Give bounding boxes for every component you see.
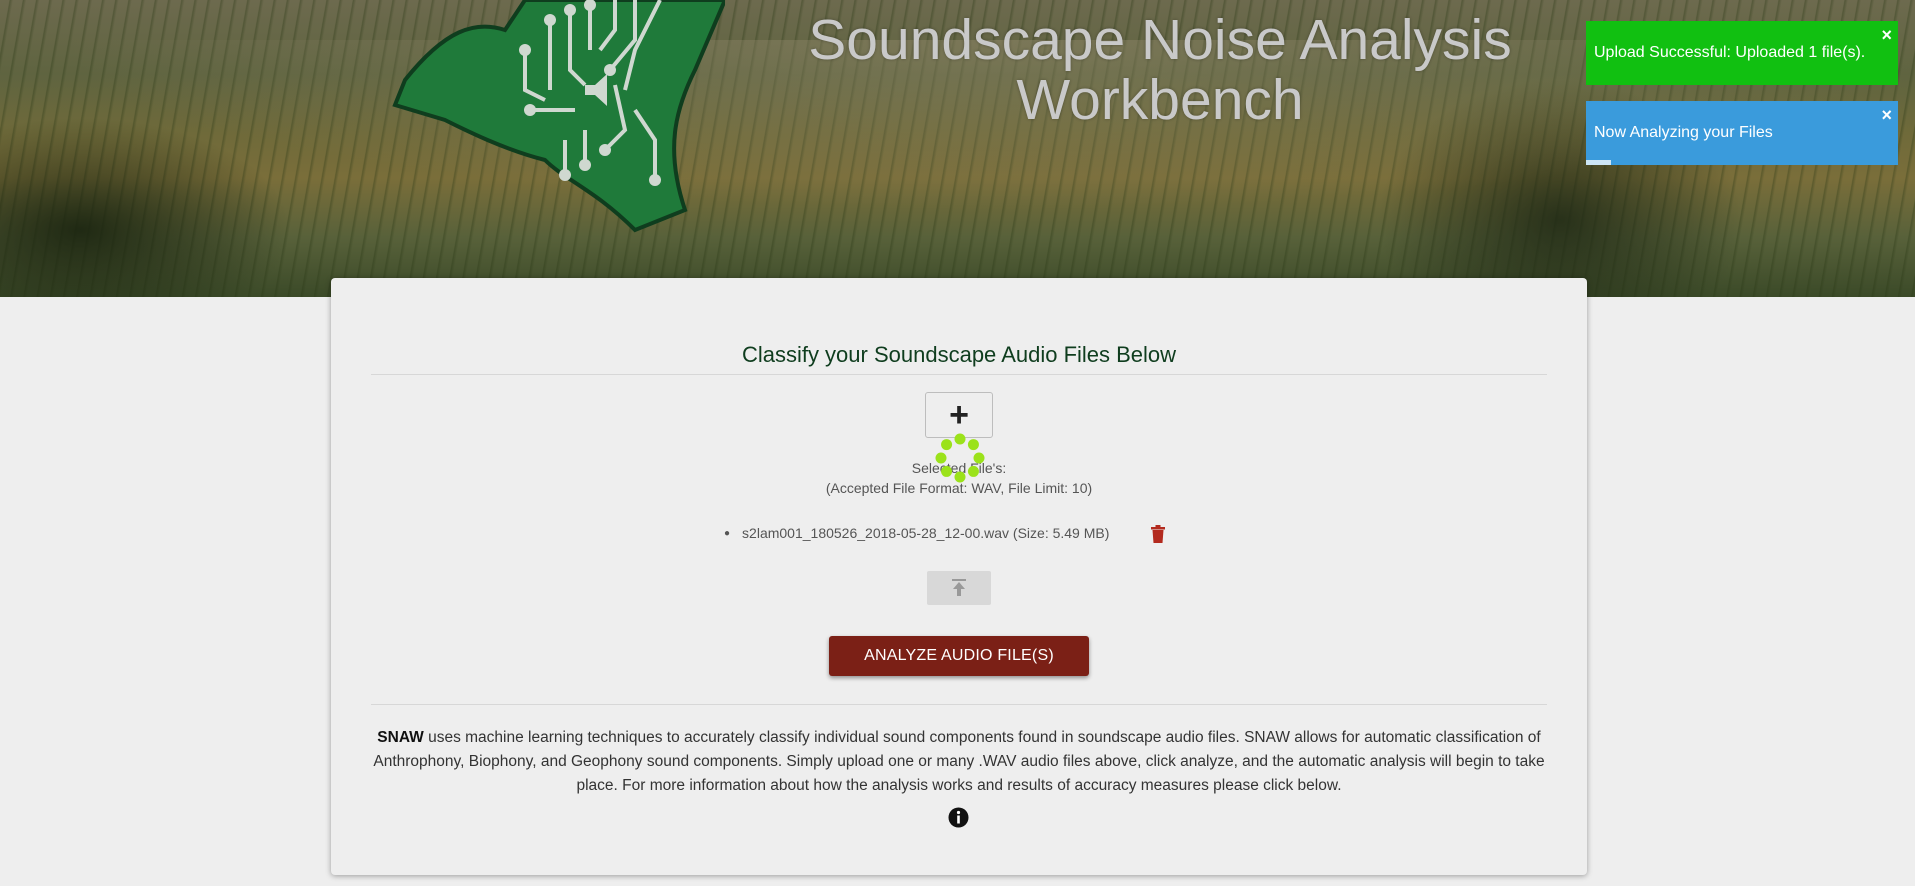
close-icon[interactable]: ×	[1881, 106, 1892, 124]
description-text: SNAW uses machine learning techniques to…	[371, 726, 1547, 798]
upload-button[interactable]	[927, 571, 991, 605]
section-heading: Classify your Soundscape Audio Files Bel…	[371, 342, 1547, 375]
file-list-item: ● s2lam001_180526_2018-05-28_12-00.wav (…	[724, 525, 1109, 541]
close-icon[interactable]: ×	[1881, 26, 1892, 44]
loading-spinner-icon	[935, 433, 985, 483]
spinner-dot	[935, 452, 947, 464]
description-bold: SNAW	[377, 729, 424, 746]
description-body: uses machine learning techniques to accu…	[373, 729, 1545, 794]
analyze-audio-button[interactable]: ANALYZE AUDIO FILE(S)	[829, 636, 1089, 676]
toast-progress-bar	[1586, 160, 1611, 165]
spinner-dot	[941, 439, 953, 451]
trash-icon[interactable]	[1150, 525, 1166, 543]
spinner-dot	[967, 465, 979, 477]
file-name: s2lam001_180526_2018-05-28_12-00.wav (Si…	[742, 525, 1110, 541]
analyzing-toast[interactable]: Now Analyzing your Files ×	[1586, 101, 1898, 165]
info-icon[interactable]	[948, 807, 969, 828]
main-card: Classify your Soundscape Audio Files Bel…	[331, 278, 1587, 875]
spinner-dot	[967, 439, 979, 451]
upload-icon	[952, 579, 966, 596]
toast-message: Now Analyzing your Files	[1594, 124, 1773, 141]
divider	[371, 704, 1547, 705]
app-title: Soundscape Noise Analysis Workbench	[808, 8, 1512, 132]
plus-icon: +	[949, 396, 969, 434]
toast-message: Upload Successful: Uploaded 1 file(s).	[1594, 44, 1866, 61]
spinner-dot	[954, 471, 966, 483]
snaw-logo	[392, 0, 725, 233]
upload-success-toast[interactable]: Upload Successful: Uploaded 1 file(s). ×	[1586, 21, 1898, 85]
bullet: ●	[724, 527, 731, 539]
spinner-dot	[954, 433, 966, 445]
spinner-dot	[973, 452, 985, 464]
spinner-dot	[941, 465, 953, 477]
